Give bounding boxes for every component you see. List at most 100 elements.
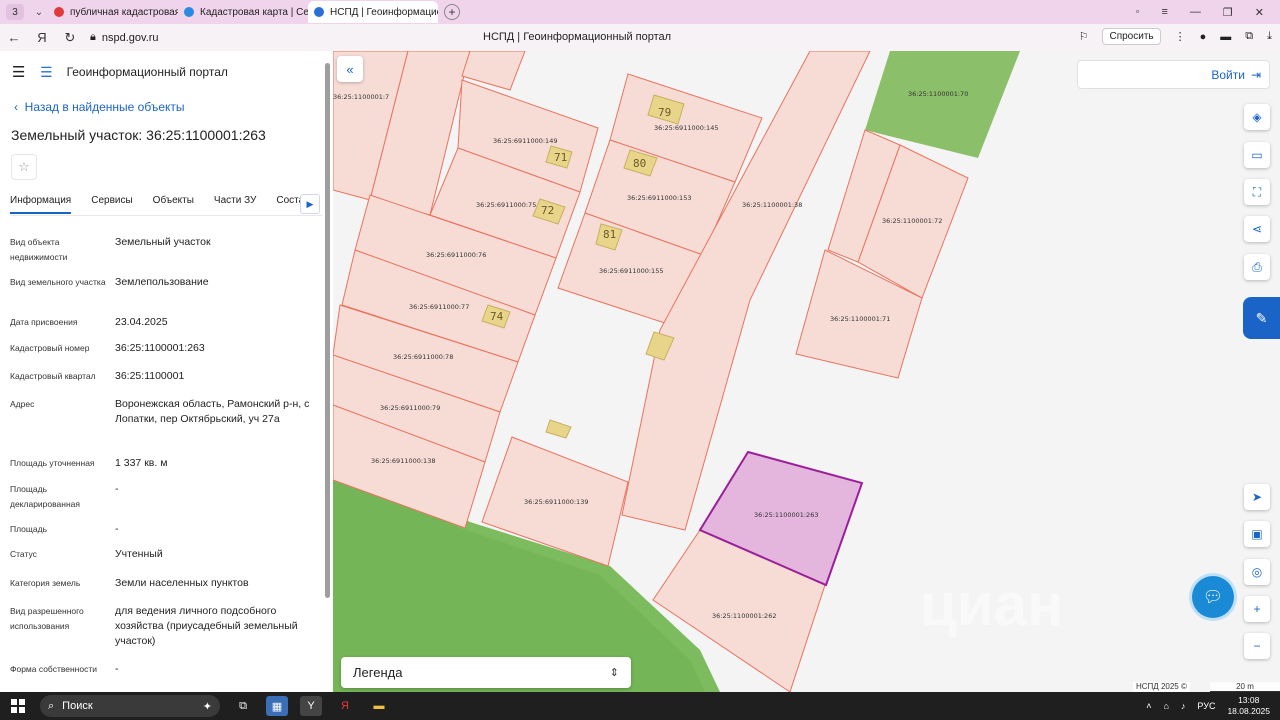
downloads-icon[interactable]: ▬ <box>1220 31 1231 43</box>
close-window-icon[interactable]: ✕ <box>1255 6 1264 19</box>
download-icon[interactable]: ⤓ <box>1267 30 1272 43</box>
extension-icon[interactable]: ● <box>1200 31 1207 43</box>
favicon-icon <box>314 7 324 17</box>
panel-scrollbar[interactable] <box>325 63 330 598</box>
property-value: Земельный участок <box>115 236 211 248</box>
restore-icon[interactable]: ❐ <box>1223 6 1233 19</box>
portal-title: Геоинформационный портал <box>66 65 228 79</box>
minimize-icon[interactable]: — <box>1190 6 1201 19</box>
clock-time: 13:08 <box>1238 695 1260 705</box>
browser-tabbar: 3 ⌄ публичная кадастровая к Кадастровая … <box>0 0 1280 24</box>
favorite-star-icon[interactable]: ☆ <box>11 154 37 180</box>
geolocation-icon[interactable]: ◎ <box>1244 559 1270 585</box>
map-scale: 20 m <box>1210 682 1280 692</box>
parcel-label: 36:25:1100001:38 <box>742 201 802 209</box>
tab-count[interactable]: 3 <box>6 4 24 20</box>
tabs-divider <box>10 215 322 216</box>
browser-tab-1[interactable]: публичная кадастровая к <box>48 1 178 23</box>
reload-icon[interactable]: ↻ <box>56 30 84 46</box>
tab-objects[interactable]: Объекты <box>153 195 194 214</box>
collections-icon[interactable]: ⧉ <box>1245 30 1253 43</box>
taskbar-search[interactable]: ⌕ Поиск ✦ <box>40 695 220 717</box>
parcel-label: 36:25:6911000:155 <box>599 267 663 275</box>
store-icon[interactable]: ▦ <box>266 696 288 716</box>
more-icon[interactable]: ⋮ <box>1175 30 1186 43</box>
building <box>545 419 572 439</box>
info-tabs: Информация Сервисы Объекты Части ЗУ Сост… <box>10 195 324 214</box>
search-icon: ⌕ <box>48 699 55 712</box>
ask-button[interactable]: Спросить <box>1102 28 1161 45</box>
zoom-out-icon[interactable]: − <box>1244 633 1270 659</box>
cadastral-map[interactable]: 79 80 71 72 81 74 36:25:1100001:7 36:25:… <box>333 51 1280 692</box>
property-value: 23.04.2025 <box>115 316 168 328</box>
volume-icon[interactable]: ♪ <box>1181 701 1186 711</box>
profile-icon[interactable]: ◦ <box>1136 6 1140 19</box>
collapse-panel-icon[interactable]: « <box>337 56 363 82</box>
browser-tab-2[interactable]: Кадастровая карта | Серв <box>178 1 308 23</box>
yandex-icon[interactable]: Я <box>28 30 56 45</box>
print-icon[interactable]: ⎙ <box>1244 254 1270 280</box>
menu-icon[interactable]: ≡ <box>1161 6 1167 19</box>
property-key: Адрес <box>10 399 35 409</box>
browser-tab-3[interactable]: НСПД | Геоинформацион ✕ <box>308 1 438 23</box>
login-button[interactable]: Войти ⇥ <box>1077 60 1270 89</box>
tabs-dropdown-icon[interactable]: ⌄ <box>30 7 48 18</box>
tabs-scroll-right-icon[interactable]: ▶ <box>300 194 320 214</box>
portal-logo-icon: ☰ <box>40 63 53 80</box>
property-key: Площадь уточненная <box>10 458 95 468</box>
clock[interactable]: 13:08 18.08.2025 <box>1227 695 1270 717</box>
tab-information[interactable]: Информация <box>10 195 72 214</box>
map-copyright: НСПД 2025 © <box>1133 682 1190 692</box>
parcel-label: 36:25:6911000:145 <box>654 124 718 132</box>
chevron-left-icon: ‹ <box>14 100 18 114</box>
favicon-icon <box>54 7 64 17</box>
property-row: Форма собственности - <box>10 662 320 677</box>
property-key: Вид земельного участка <box>10 277 106 287</box>
tab-services[interactable]: Сервисы <box>91 195 132 214</box>
watermark-text: циан <box>920 571 1064 638</box>
windows-start-icon[interactable] <box>8 696 28 716</box>
property-row: Вид разрешенного использования для веден… <box>10 604 320 649</box>
tray-chevron-icon[interactable]: ˄ <box>1146 701 1151 711</box>
legend-dropdown[interactable]: Легенда ⇕ <box>341 657 631 688</box>
property-value: 1 337 кв. м <box>115 457 168 469</box>
layers-icon[interactable]: ◈ <box>1244 104 1270 130</box>
yandex-icon[interactable]: Я <box>334 696 356 716</box>
new-tab-button[interactable]: + <box>444 4 460 20</box>
building-number: 74 <box>490 310 504 323</box>
legend-label: Легенда <box>353 665 403 680</box>
property-key: Площадь декларированная <box>10 484 80 509</box>
window-controls: ◦ ≡ — ❐ ✕ <box>1136 6 1264 19</box>
task-view-icon[interactable]: ⧉ <box>232 696 254 716</box>
yandex-browser-icon[interactable]: Y <box>300 696 322 716</box>
property-key: Кадастровый номер <box>10 343 90 353</box>
property-key: Форма собственности <box>10 664 97 674</box>
back-link[interactable]: ‹ Назад в найденные объекты <box>14 100 185 114</box>
back-link-label: Назад в найденные объекты <box>24 100 185 114</box>
file-explorer-icon[interactable]: ▬ <box>368 696 390 716</box>
back-arrow-icon[interactable]: ← <box>0 30 28 45</box>
language-indicator[interactable]: РУС <box>1197 701 1215 711</box>
network-icon[interactable]: ⌂ <box>1163 701 1168 711</box>
building-number: 71 <box>554 151 567 164</box>
property-row: Площадь декларированная - <box>10 482 320 512</box>
chat-icon[interactable]: 💬︎ <box>1192 576 1234 618</box>
share-icon[interactable]: ⋖ <box>1244 216 1270 242</box>
address-bar: ← Я ↻ 🔒︎ nspd.gov.ru НСПД | Геоинформаци… <box>0 24 1280 51</box>
navigate-icon[interactable]: ➤ <box>1244 484 1270 510</box>
tab-parts[interactable]: Части ЗУ <box>214 195 256 214</box>
property-value: Учтенный <box>115 548 163 560</box>
select-area-icon[interactable]: ⛶ <box>1244 179 1270 205</box>
zoom-in-icon[interactable]: + <box>1244 596 1270 622</box>
assistant-icon[interactable]: ✎ <box>1243 297 1280 339</box>
ruler-icon[interactable]: ▭ <box>1244 142 1270 168</box>
property-key: Кадастровый квартал <box>10 371 96 381</box>
bookmark-icon[interactable]: ⚐ <box>1079 30 1089 43</box>
parcel-label: 36:25:6911000:77 <box>409 303 469 311</box>
property-value: Воронежская область, Рамонский р-н, с Ло… <box>115 398 310 425</box>
parcel-label: 36:25:1100001:7 <box>333 93 389 101</box>
url-field[interactable]: 🔒︎ nspd.gov.ru <box>90 31 159 44</box>
minimap-icon[interactable]: ▣ <box>1244 521 1270 547</box>
hamburger-menu-icon[interactable]: ☰ <box>12 63 26 81</box>
parcel-label: 36:25:1100001:263 <box>754 511 818 519</box>
